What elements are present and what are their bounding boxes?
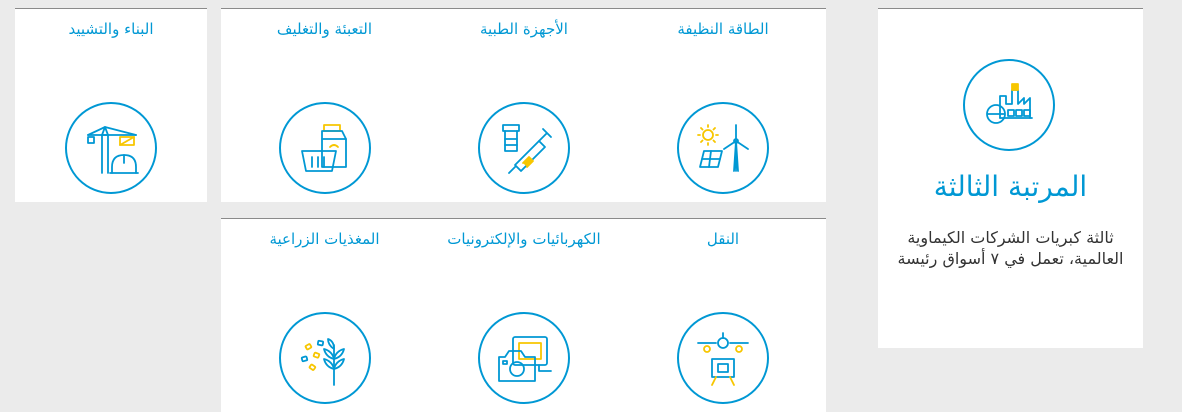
camera-screen-icon [478, 312, 570, 404]
market-label: المغذيات الزراعية [269, 230, 380, 248]
solar-wind-energy-icon [677, 102, 769, 194]
crane-helmet-icon [65, 102, 157, 194]
market-card-electronics[interactable]: الكهربائيات والإلكترونيات [427, 218, 621, 412]
market-card-medical-devices[interactable]: الأجهزة الطبية [427, 8, 621, 202]
rank-description: ثالثة كبريات الشركات الكيماوية العالمية،… [897, 228, 1124, 268]
syringe-vial-icon [478, 102, 570, 194]
market-label: التعبئة والتغليف [276, 20, 373, 38]
market-label: البناء والتشييد [68, 20, 154, 38]
market-label: الطاقة النظيفة [677, 20, 769, 38]
market-label: الأجهزة الطبية [480, 20, 568, 38]
market-label: النقل [706, 230, 740, 248]
rank-heading: المرتبة الثالثة [933, 170, 1088, 203]
market-card-construction[interactable]: البناء والتشييد [15, 8, 207, 202]
market-card-agri-nutrients[interactable]: المغذيات الزراعية [221, 218, 428, 412]
car-drone-icon [677, 312, 769, 404]
market-card-transport[interactable]: النقل [620, 218, 826, 412]
wheat-seeds-icon [279, 312, 371, 404]
chemical-plant-icon [963, 59, 1055, 151]
rank-card: المرتبة الثالثة ثالثة كبريات الشركات الك… [878, 8, 1143, 348]
carton-basket-icon [279, 102, 371, 194]
market-card-clean-energy[interactable]: الطاقة النظيفة [620, 8, 826, 202]
market-label: الكهربائيات والإلكترونيات [447, 230, 601, 248]
market-card-packaging[interactable]: التعبئة والتغليف [221, 8, 428, 202]
